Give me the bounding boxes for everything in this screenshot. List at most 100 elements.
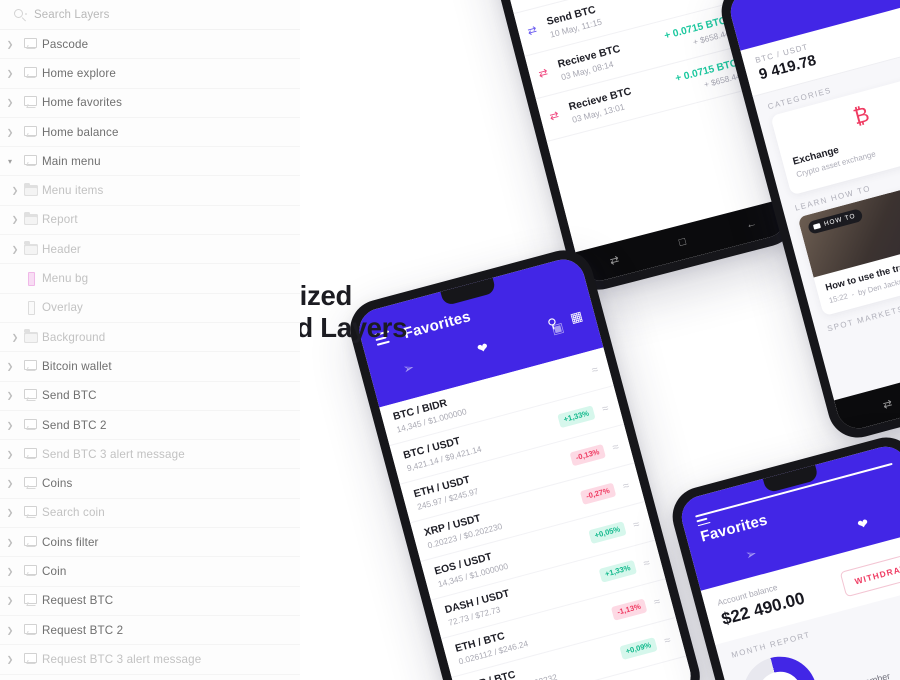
layer-row[interactable]: Overlay [0,294,300,323]
layer-row[interactable]: Menu bg [0,264,300,294]
artboard-icon [20,564,42,578]
layer-row[interactable]: Home favorites [0,89,300,118]
recents-icon[interactable]: ⇄ [881,396,894,411]
folder-icon [20,241,42,255]
chevron-right-icon[interactable] [0,215,20,224]
layer-row[interactable]: Send BTC 2 [0,411,300,441]
change-badge: +0,05% [588,520,627,544]
balance-screen: Favorites ➢ ❤ Account balance $22 490.00… [676,441,900,680]
layer-label: Background [42,330,106,344]
layer-row[interactable]: Pascode [0,30,300,60]
swap-icon: ⇄ [526,24,539,39]
chevron-right-icon[interactable] [0,655,20,664]
chevron-right-icon[interactable] [0,508,20,517]
artboard-icon [20,389,42,402]
layer-row[interactable]: Coin [0,557,300,587]
rectangle-icon [20,271,42,286]
artboard-icon [20,37,42,51]
chevron-right-icon[interactable] [0,186,20,195]
sparkline-icon: ≈ [621,479,631,493]
layer-row[interactable]: Request BTC 2 [0,616,300,646]
change-badge: -0,13% [569,443,606,466]
chevron-right-icon[interactable] [0,69,20,78]
swap-icon: ⇄ [548,109,561,124]
layer-row[interactable]: Home explore [0,59,300,89]
chevron-right-icon[interactable] [0,391,20,400]
sparkline-icon: ≈ [662,633,672,647]
chevron-down-icon[interactable] [0,157,20,166]
layer-row[interactable]: Menu items [0,176,300,206]
layer-row[interactable]: Search coin [0,499,300,529]
artboard-icon [20,477,42,490]
layer-label: Report [42,213,78,227]
transaction-amount: + 0.0715 BTC + $658.44 [674,58,741,96]
howto-badge-label: HOW TO [823,212,857,228]
android-navbar: ⇄ □ [834,348,900,434]
chevron-right-icon[interactable] [0,596,20,605]
folder-icon [20,211,42,226]
month-report-meta: 📅 December [827,651,896,680]
withdraw-button[interactable]: WITHDRAW [839,551,900,598]
home-icon[interactable]: □ [678,236,687,249]
layer-row[interactable]: Background [0,323,300,353]
tab-wallet-icon[interactable]: ▣ [550,319,566,338]
recents-icon[interactable]: ⇄ [608,252,621,267]
tab-compass-icon[interactable]: ➢ [744,545,759,563]
layer-label: Home explore [42,66,116,80]
chevron-right-icon[interactable] [0,333,20,342]
tab-heart-icon[interactable]: ❤ [476,339,491,357]
favorites-list: BTC / BIDR 14,345 / $1.000000 ≈ BTC / USDT 9… [379,347,696,680]
chevron-right-icon[interactable] [0,567,20,576]
chevron-right-icon[interactable] [0,245,20,254]
layer-label: Coins filter [42,535,99,549]
layer-list: Pascode Home explore Home favorites Home ba… [0,30,300,680]
layer-label: Request BTC 3 alert message [42,652,202,666]
change-badge: +1,33% [557,404,596,428]
layer-label: Coins [42,477,73,491]
layer-row[interactable]: Report [0,206,300,236]
video-badge-icon [812,222,821,230]
chevron-right-icon[interactable] [0,626,20,635]
layer-row[interactable]: Request BTC 3 alert message [0,645,300,675]
layer-label: Send BTC [42,389,97,403]
layer-row[interactable]: BTC Address [0,675,300,680]
layer-label: Send BTC 2 [42,418,107,432]
search-layers-row[interactable] [0,0,300,30]
artboard-icon [20,359,42,373]
layer-row[interactable]: Coins [0,469,300,499]
artboard-icon [20,418,42,432]
chevron-right-icon[interactable] [0,450,20,459]
layer-row[interactable]: Bitcoin wallet [0,352,300,382]
layer-row[interactable]: Send BTC [0,382,300,411]
artboard-icon [20,447,42,461]
tab-compass-icon[interactable]: ➢ [401,359,416,377]
chevron-right-icon[interactable] [0,128,20,137]
back-icon[interactable]: ← [745,217,759,231]
chevron-right-icon[interactable] [0,98,20,107]
chevron-right-icon[interactable] [0,479,20,488]
phone-mockup-balance: Favorites ➢ ❤ Account balance $22 490.00… [665,430,900,680]
account-balance-text: Account balance $22 490.00 [716,576,807,630]
tab-heart-icon[interactable]: ❤ [856,515,871,533]
layer-label: Home favorites [42,96,123,110]
layer-row[interactable]: Main menu [0,147,300,177]
layer-label: Search coin [42,506,105,520]
chevron-right-icon[interactable] [0,40,20,49]
folder-icon [20,182,42,197]
search-input[interactable] [34,8,244,21]
chevron-right-icon[interactable] [0,362,20,371]
layer-label: Bitcoin wallet [42,359,112,373]
layer-row[interactable]: Header [0,235,300,265]
chevron-right-icon[interactable] [0,421,20,430]
layers-panel: Pascode Home explore Home favorites Home ba… [0,0,300,680]
layer-row[interactable]: Home balance [0,118,300,148]
sparkline-icon: ≈ [642,556,652,570]
chevron-right-icon[interactable] [0,538,20,547]
layer-label: Home balance [42,125,119,139]
layer-label: Request BTC [42,594,114,608]
artboard-icon [20,652,42,666]
layer-row[interactable]: Coins filter [0,528,300,558]
layer-row[interactable]: Request BTC [0,587,300,616]
layer-row[interactable]: Send BTC 3 alert message [0,440,300,470]
layer-label: Send BTC 3 alert message [42,447,185,461]
